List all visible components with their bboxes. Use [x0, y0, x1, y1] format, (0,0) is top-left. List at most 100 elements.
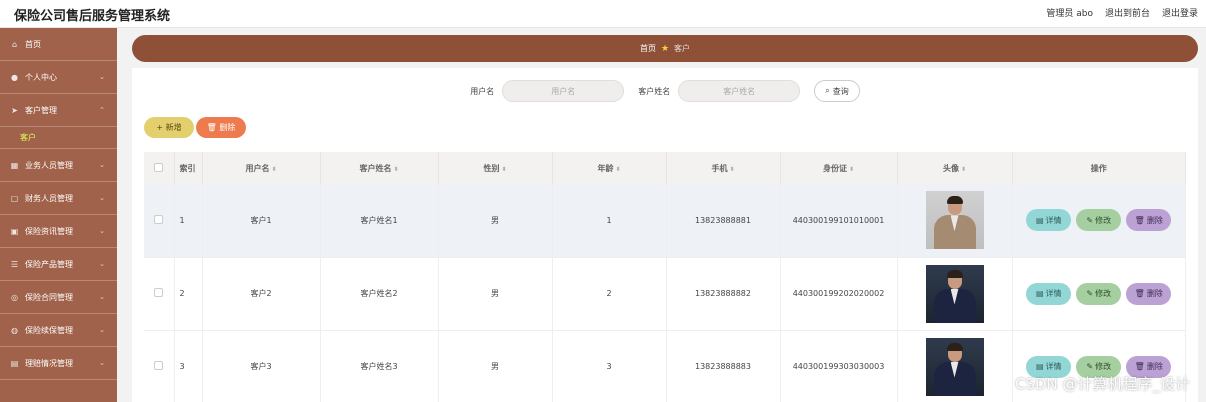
edit-button[interactable]: ✎ 修改 — [1076, 209, 1122, 232]
breadcrumb-home[interactable]: 首页 — [640, 43, 656, 54]
chevron-down-icon: ⌄ — [99, 260, 105, 268]
cell-actions: ▤ 详情 ✎ 修改 🗑 删除 — [1012, 184, 1186, 258]
avatar[interactable] — [925, 264, 984, 323]
table-row[interactable]: 1 客户1 客户姓名1 男 1 13823888881 440300199101… — [144, 184, 1186, 258]
add-button[interactable]: + 新增 — [144, 117, 194, 138]
content-panel: 用户名 客户姓名 ⌕ 查询 + 新增 🗑 删除 索引 用户名⬍ 客户姓名⬍ 性别… — [132, 68, 1198, 402]
avatar[interactable] — [925, 191, 984, 250]
cell-customer-name: 客户姓名3 — [320, 330, 439, 402]
delete-button[interactable]: 🗑 删除 — [196, 117, 246, 138]
admin-label[interactable]: 管理员 abo — [1046, 6, 1093, 19]
sidebar-item-products[interactable]: ☰ 保险产品管理 ⌄ — [0, 248, 117, 281]
star-icon: ★ — [660, 43, 670, 54]
row-checkbox[interactable] — [144, 330, 175, 402]
col-gender[interactable]: 性别 ⬍ — [438, 152, 553, 184]
col-customer-name[interactable]: 客户姓名 ⬍ — [320, 152, 439, 184]
back-to-front-link[interactable]: 退出到前台 — [1105, 6, 1150, 19]
cell-gender: 男 — [438, 184, 553, 258]
cell-phone: 13823888883 — [666, 330, 781, 402]
detail-button[interactable]: ▤ 详情 — [1026, 282, 1072, 305]
cell-customer-name: 客户姓名1 — [320, 184, 439, 258]
search-button[interactable]: ⌕ 查询 — [814, 80, 860, 102]
row-checkbox[interactable] — [144, 184, 175, 258]
doc-icon: ▤ — [1035, 289, 1044, 298]
chevron-down-icon: ⌄ — [99, 326, 105, 334]
chevron-down-icon: ⌄ — [99, 73, 105, 81]
col-username[interactable]: 用户名 ⬍ — [202, 152, 321, 184]
sidebar-item-label: 保险资讯管理 — [25, 226, 73, 236]
sort-icon: ⬍ — [848, 165, 855, 173]
doc-icon: ▤ — [1035, 215, 1044, 225]
bank-icon: ▦ — [10, 160, 19, 170]
sidebar-item-label: 保险合同管理 — [25, 292, 73, 302]
sort-icon: ⬍ — [960, 165, 967, 173]
col-id-card[interactable]: 身份证 ⬍ — [780, 152, 898, 184]
customer-table: 索引 用户名 ⬍ 客户姓名 ⬍ 性别 ⬍ 年龄 ⬍ 手机 ⬍ 身份证 ⬍ 头像 ⬍ 操作 1 … — [144, 152, 1186, 402]
avatar[interactable] — [925, 337, 984, 396]
cell-actions: ▤ 详情 ✎ 修改 🗑 删除 — [1012, 257, 1186, 331]
location-icon: ◎ — [11, 292, 18, 302]
col-phone[interactable]: 手机 ⬍ — [666, 152, 781, 184]
row-checkbox[interactable] — [144, 257, 175, 331]
header-links: 管理员 abo 退出到前台 退出登录 — [1046, 6, 1198, 19]
cell-gender: 男 — [438, 330, 553, 402]
col-age[interactable]: 年龄 ⬍ — [552, 152, 667, 184]
sidebar-item-renewals[interactable]: ◍ 保险续保管理 ⌄ — [0, 314, 117, 347]
delete-button-label: 删除 — [219, 123, 236, 132]
doc-icon: ▤ — [10, 358, 19, 368]
sidebar-item-label: 业务人员管理 — [25, 160, 73, 170]
cell-username: 客户2 — [202, 257, 321, 331]
add-button-label: 新增 — [165, 123, 182, 132]
user-icon: ● — [11, 72, 18, 82]
sidebar-item-contracts[interactable]: ◎ 保险合同管理 ⌄ — [0, 281, 117, 314]
trash-icon: 🗑 — [1134, 362, 1145, 371]
cell-username: 客户1 — [202, 184, 321, 258]
sort-icon: ⬍ — [271, 165, 277, 173]
sidebar-item-profile[interactable]: ● 个人中心 ⌄ — [0, 61, 117, 94]
sidebar-item-news[interactable]: ▣ 保险资讯管理 ⌄ — [0, 215, 117, 248]
app-title: 保险公司售后服务管理系统 — [14, 9, 171, 24]
cell-index: 3 — [174, 330, 203, 402]
search-bar: 用户名 客户姓名 ⌕ 查询 — [132, 80, 1198, 102]
table-header-row: 索引 用户名 ⬍ 客户姓名 ⬍ 性别 ⬍ 年龄 ⬍ 手机 ⬍ 身份证 ⬍ 头像 ⬍ 操作 — [144, 152, 1186, 184]
row-delete-button[interactable]: 🗑 删除 — [1126, 282, 1172, 305]
top-bar: 保险公司售后服务管理系统 管理员 abo 退出到前台 退出登录 — [0, 0, 1206, 28]
sidebar-item-label: 客户管理 — [25, 105, 57, 115]
pencil-icon: ✎ — [1086, 289, 1094, 298]
sort-icon: ⬍ — [501, 165, 507, 173]
logout-link[interactable]: 退出登录 — [1162, 6, 1198, 19]
detail-button[interactable]: ▤ 详情 — [1026, 209, 1072, 232]
sidebar-item-home[interactable]: ⌂ 首页 — [0, 28, 117, 61]
sidebar-item-label: 保险续保管理 — [25, 325, 73, 335]
select-all-checkbox[interactable] — [144, 152, 175, 184]
edit-button[interactable]: ✎ 修改 — [1076, 282, 1122, 305]
row-delete-button[interactable]: 🗑 删除 — [1126, 209, 1172, 232]
cell-index: 2 — [174, 257, 203, 331]
sidebar-item-finance-staff[interactable]: ▢ 财务人员管理 ⌄ — [0, 182, 117, 215]
watermark: CSDN @计算机程序_设计 — [1014, 375, 1190, 393]
col-avatar[interactable]: 头像 ⬍ — [897, 152, 1013, 184]
chevron-down-icon: ⌄ — [99, 227, 105, 235]
sidebar-item-label: 理赔情况管理 — [25, 358, 73, 368]
sidebar-item-sales-staff[interactable]: ▦ 业务人员管理 ⌄ — [0, 149, 117, 182]
globe-icon: ◍ — [11, 325, 18, 335]
cell-username: 客户3 — [202, 330, 321, 402]
sidebar-subitem-customer[interactable]: 客户 — [0, 127, 117, 149]
sidebar-item-label: 财务人员管理 — [25, 193, 73, 203]
username-input[interactable] — [502, 80, 625, 102]
trash-icon: 🗑 — [1134, 215, 1145, 225]
trash-icon: 🗑 — [1134, 289, 1145, 298]
sidebar-item-claims[interactable]: ▤ 理赔情况管理 ⌄ — [0, 347, 117, 380]
customer-name-input[interactable] — [678, 80, 801, 102]
breadcrumb: 首页 ★ 客户 — [132, 35, 1198, 62]
table-row[interactable]: 2 客户2 客户姓名2 男 2 13823888882 440300199202… — [144, 257, 1186, 331]
chevron-down-icon: ⌄ — [99, 359, 105, 367]
search-button-label: 查询 — [832, 86, 849, 96]
customer-name-label: 客户姓名 — [638, 86, 671, 96]
username-label: 用户名 — [470, 86, 495, 96]
sidebar-item-customers[interactable]: ➤ 客户管理 ⌃ — [0, 94, 117, 127]
cell-avatar — [897, 330, 1013, 402]
chevron-down-icon: ⌄ — [99, 161, 105, 169]
pencil-icon: ✎ — [1086, 215, 1094, 225]
sidebar-item-label: 保险产品管理 — [25, 259, 73, 269]
